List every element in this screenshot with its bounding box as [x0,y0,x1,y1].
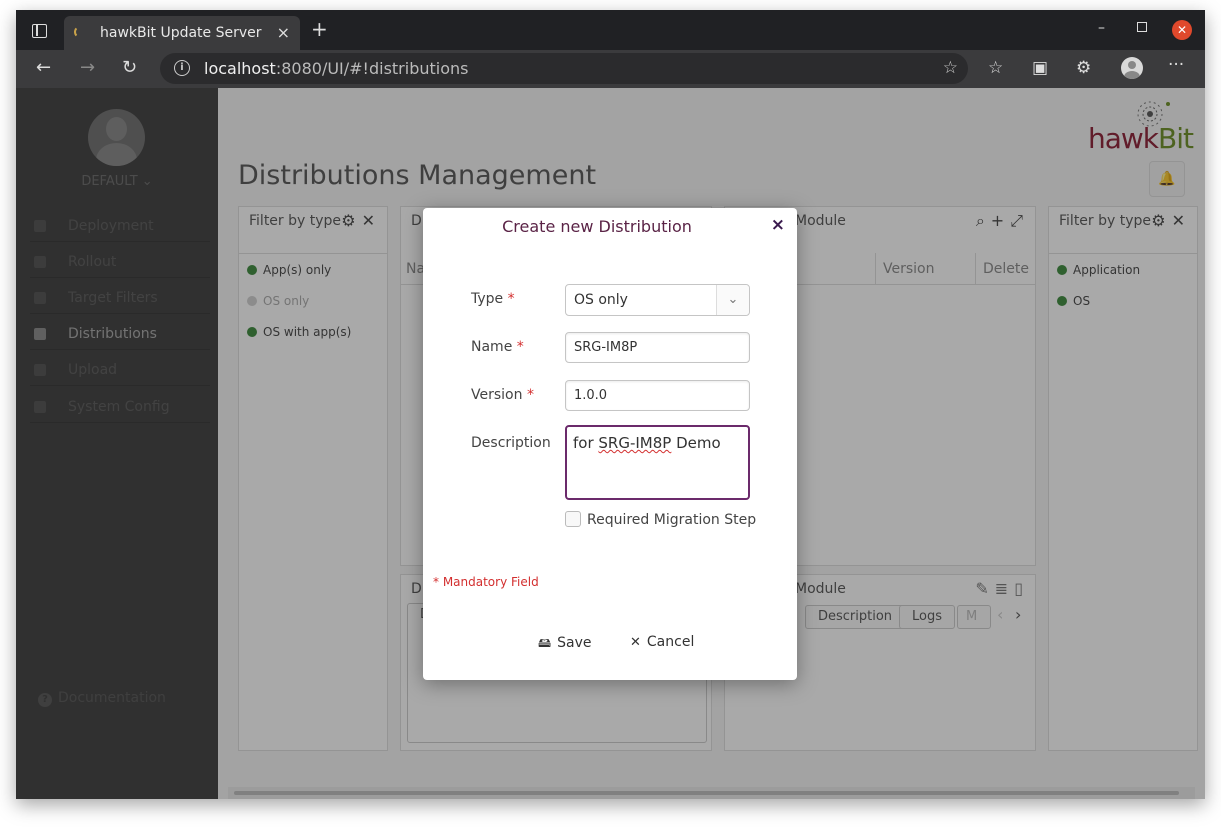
save-icon: 🖴 [538,636,552,651]
site-info-icon[interactable]: i [174,60,190,76]
navigation-bar: ← → ↻ i localhost:8080/UI/#!distribution… [16,50,1205,88]
description-textarea[interactable]: for SRG-IM8P Demo [565,425,750,500]
url-text[interactable]: localhost:8080/UI/#!distributions [204,59,468,78]
version-input[interactable]: 1.0.0 [565,380,750,411]
maximize-icon[interactable] [1137,22,1147,32]
browser-window: hawkBit Update Server × + – ✕ ← → ↻ i lo… [16,10,1205,799]
extensions-icon[interactable]: ⚙ [1076,59,1091,77]
migration-step-label: Required Migration Step [587,512,757,528]
name-input[interactable]: SRG-IM8P [565,332,750,363]
window-close-button[interactable]: ✕ [1172,20,1192,40]
cancel-button[interactable]: ✕ Cancel [630,634,694,650]
migration-step-row: Required Migration Step [565,511,756,528]
more-options-icon[interactable]: ··· [1168,56,1184,74]
mandatory-field-note: * Mandatory Field [433,575,539,589]
type-select-value: OS only [574,292,628,308]
hawkbit-app: DEFAULT ⌄ Deployment Rollout Target Filt… [16,88,1205,799]
loading-spinner-icon [74,26,86,38]
tab-actions-icon[interactable] [32,24,47,38]
profile-avatar-icon[interactable] [1121,57,1143,79]
save-button[interactable]: 🖴 Save [538,634,592,656]
add-favorite-icon[interactable]: ☆ [943,58,958,78]
address-bar[interactable]: i localhost:8080/UI/#!distributions ☆ [160,53,968,84]
title-bar: hawkBit Update Server × + – ✕ [16,10,1205,50]
forward-icon[interactable]: → [80,58,95,78]
back-icon[interactable]: ← [36,58,51,78]
create-distribution-dialog: Create new Distribution × Type * OS only… [423,208,797,680]
tab-title: hawkBit Update Server [100,25,262,41]
version-label: Version * [471,387,534,403]
type-select[interactable]: OS only ⌄ [565,284,750,316]
browser-tab[interactable]: hawkBit Update Server × [64,16,300,50]
collections-icon[interactable]: ▣ [1032,59,1048,77]
migration-step-checkbox[interactable] [565,511,581,527]
description-label: Description [471,435,551,451]
new-tab-button[interactable]: + [311,19,328,39]
dialog-close-button[interactable]: × [771,215,785,235]
close-icon: ✕ [630,635,641,650]
chevron-down-icon[interactable]: ⌄ [716,285,749,315]
type-label: Type * [471,291,515,307]
minimize-icon[interactable]: – [1098,20,1105,36]
dialog-title: Create new Distribution [502,217,692,236]
refresh-icon[interactable]: ↻ [122,58,137,78]
favorites-icon[interactable]: ☆ [988,59,1003,77]
name-label: Name * [471,339,524,355]
tab-close-button[interactable]: × [277,23,290,42]
